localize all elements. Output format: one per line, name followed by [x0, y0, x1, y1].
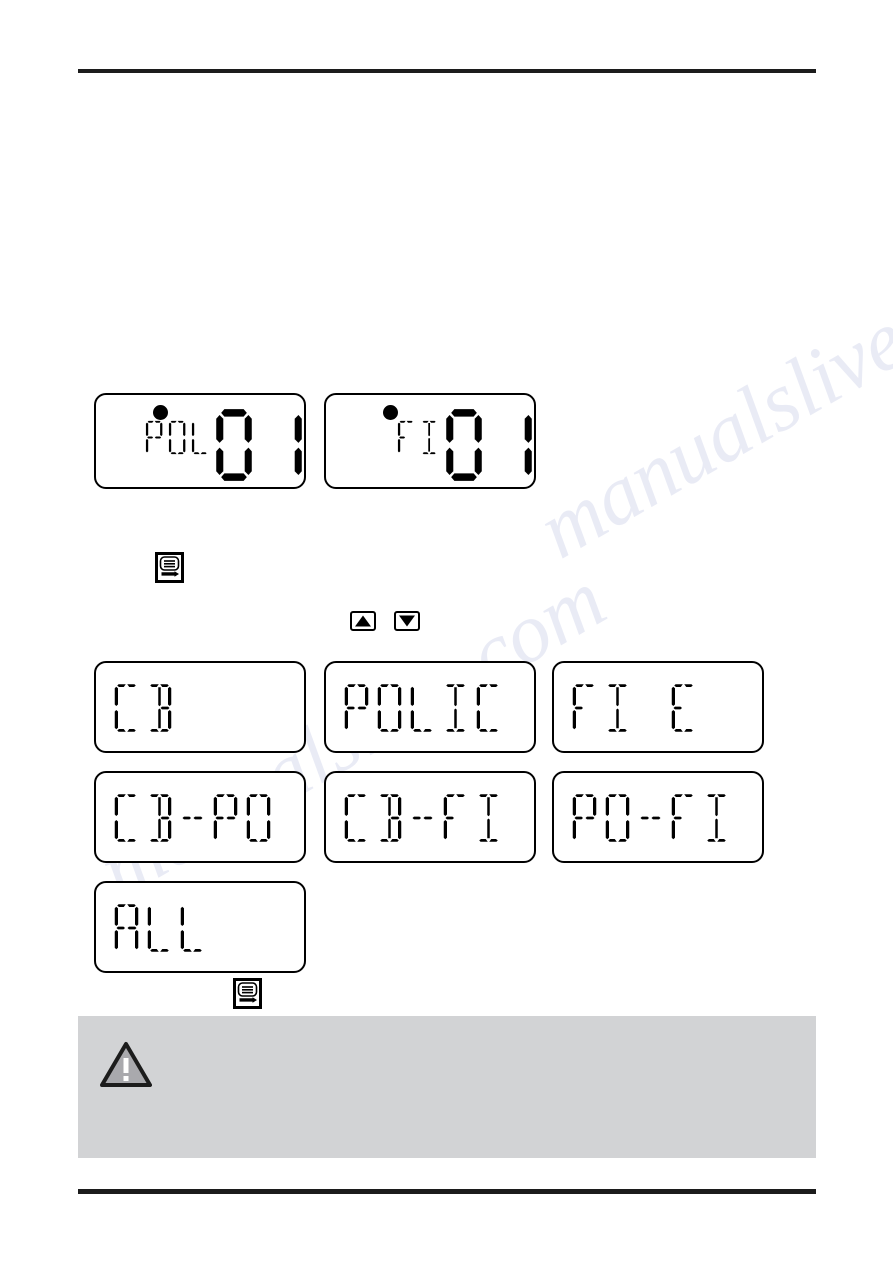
- segment-char: [211, 793, 241, 843]
- segment-char: [603, 683, 633, 733]
- segment-char: [112, 793, 142, 843]
- mode-all: [94, 881, 306, 973]
- segment-char: [178, 903, 208, 953]
- segment-char: [474, 793, 504, 843]
- fire-indicator-dot: [383, 405, 398, 420]
- menu-icon-glyph: [159, 556, 180, 577]
- segment-char: [669, 793, 699, 843]
- digit-char: [494, 407, 534, 483]
- segment-char: [669, 683, 699, 733]
- mode-polic-text: [342, 683, 507, 733]
- mode-cb-po-text: [112, 793, 277, 843]
- segment-char: [342, 683, 372, 733]
- segment-char: [178, 793, 208, 843]
- police-channel-display: [94, 393, 306, 489]
- segment-char: [145, 683, 175, 733]
- up-arrow-icon: [355, 615, 371, 627]
- segment-char: [145, 903, 175, 953]
- mode-fire-text: [570, 683, 702, 733]
- segment-char: [702, 793, 732, 843]
- down-arrow-icon: [399, 615, 415, 627]
- segment-char: [441, 683, 471, 733]
- segment-char: [419, 420, 440, 455]
- segment-char: [474, 683, 504, 733]
- fire-display-value: [444, 407, 544, 483]
- segment-char: [375, 683, 405, 733]
- segment-char: [190, 420, 211, 455]
- menu-lcd-icon[interactable]: [155, 552, 184, 583]
- mode-cb: [94, 661, 306, 753]
- menu-lcd-icon-lower[interactable]: [233, 978, 262, 1009]
- mode-polic: [324, 661, 536, 753]
- segment-char: [636, 683, 666, 733]
- police-display-value: [214, 407, 314, 483]
- footer-rule: [78, 1189, 816, 1194]
- segment-char: [112, 903, 142, 953]
- segment-char: [375, 793, 405, 843]
- segment-char: [636, 793, 666, 843]
- warning-triangle-icon: [100, 1042, 152, 1087]
- segment-char: [408, 683, 438, 733]
- police-display-label: [144, 420, 213, 455]
- segment-char: [603, 793, 633, 843]
- segment-char: [167, 420, 188, 455]
- mode-all-text: [112, 903, 211, 953]
- digit-char: [264, 407, 304, 483]
- down-arrow-button[interactable]: [394, 611, 420, 631]
- mode-cb-text: [112, 683, 178, 733]
- segment-char: [145, 793, 175, 843]
- segment-char: [144, 420, 165, 455]
- fire-display-label: [396, 420, 442, 455]
- segment-char: [342, 793, 372, 843]
- watermark-text-1: manualslive.com: [523, 212, 893, 576]
- segment-char: [396, 420, 417, 455]
- mode-fire: [552, 661, 764, 753]
- fire-channel-display: [324, 393, 536, 489]
- police-indicator-dot: [153, 405, 168, 420]
- digit-char: [444, 407, 484, 483]
- segment-char: [441, 793, 471, 843]
- mode-po-fi-text: [570, 793, 735, 843]
- segment-char: [112, 683, 142, 733]
- menu-icon-glyph-lower: [237, 982, 258, 1003]
- header-rule: [78, 69, 816, 73]
- mode-cb-fi: [324, 771, 536, 863]
- up-arrow-button[interactable]: [350, 611, 376, 631]
- segment-char: [570, 793, 600, 843]
- mode-cb-fi-text: [342, 793, 507, 843]
- mode-po-fi: [552, 771, 764, 863]
- segment-char: [408, 793, 438, 843]
- mode-cb-po: [94, 771, 306, 863]
- digit-char: [214, 407, 254, 483]
- segment-char: [570, 683, 600, 733]
- note-box: [78, 1016, 816, 1158]
- segment-char: [244, 793, 274, 843]
